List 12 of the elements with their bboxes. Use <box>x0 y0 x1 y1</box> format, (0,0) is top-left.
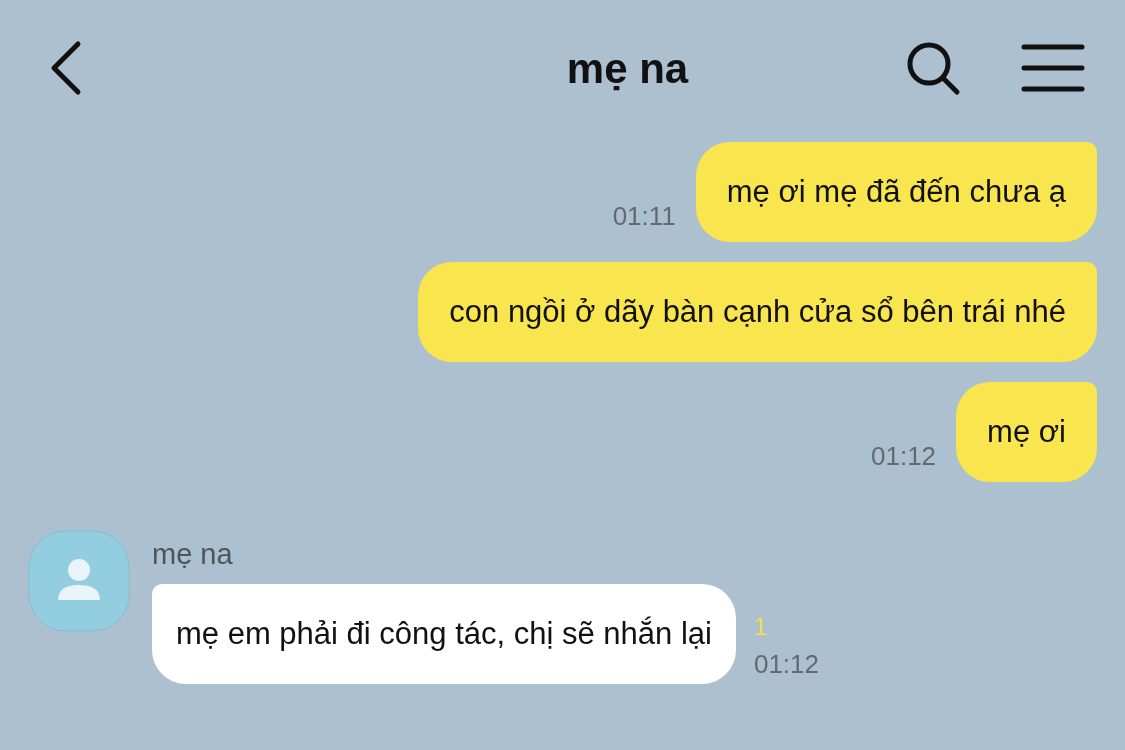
message-time: 01:12 <box>871 440 937 473</box>
sent-message: mẹ ơi <box>956 382 1097 482</box>
sent-message: mẹ ơi mẹ đã đến chưa ạ <box>695 142 1097 242</box>
received-message: mẹ em phải đi công tác, chị sẽ nhắn lại <box>152 584 736 684</box>
message-time: 01:12 <box>753 648 819 681</box>
menu-icon[interactable] <box>1021 43 1085 93</box>
sent-message: con ngồi ở dãy bàn cạnh cửa sổ bên trái nhé <box>418 262 1097 362</box>
message-time: 01:11 <box>612 200 676 233</box>
search-icon[interactable] <box>905 40 961 96</box>
sender-name: mẹ na <box>152 537 234 572</box>
unread-count: 1 <box>753 612 769 642</box>
chat-title: mẹ na <box>566 43 689 94</box>
